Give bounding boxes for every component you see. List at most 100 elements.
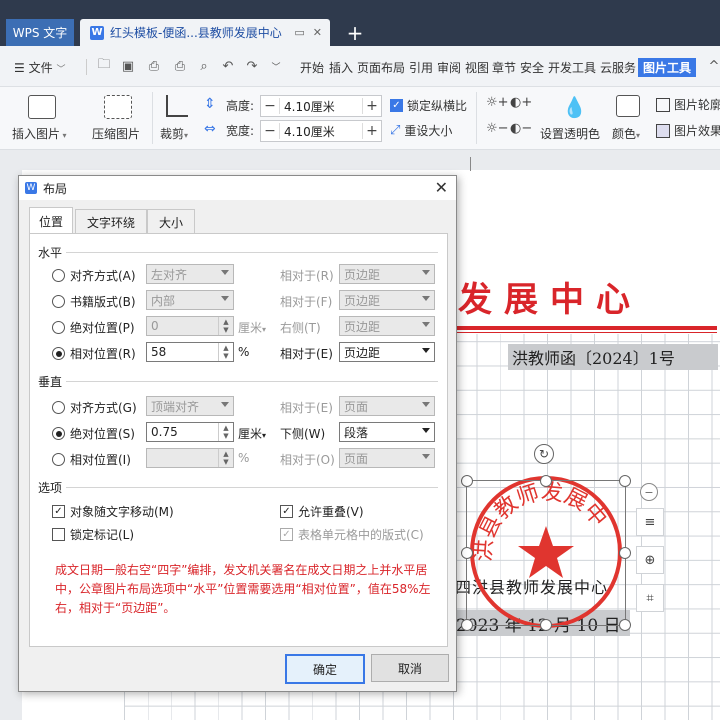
table-layout-checkbox[interactable]: ✓ (280, 528, 293, 541)
height-stepper[interactable]: − 4.10厘米 + (260, 95, 382, 117)
color-button[interactable]: 颜色▾ (610, 91, 650, 145)
resize-handle[interactable] (540, 619, 552, 631)
close-icon[interactable]: ✕ (435, 178, 448, 197)
open-folder-icon[interactable]: 🗀 (96, 57, 112, 74)
window-icon[interactable]: ▭ (294, 26, 304, 39)
radio-h-absolute[interactable] (52, 321, 65, 334)
zoom-icon[interactable]: ⊕ (636, 546, 664, 574)
menu-developer[interactable]: 开发工具 (548, 59, 596, 76)
h-relative-relative-select[interactable]: 页边距 (339, 342, 435, 362)
print-preview-icon[interactable]: ⌕ (196, 58, 212, 74)
undo-icon[interactable]: ↶ (220, 58, 236, 74)
radio-v-align[interactable] (52, 401, 65, 414)
v-absolute-relative-select[interactable]: 段落 (339, 422, 435, 442)
picture-effects-button[interactable]: 图片效果 (656, 122, 720, 139)
collapse-chevron-icon[interactable]: ^ (706, 58, 720, 74)
h-align-select[interactable]: 左对齐 (146, 264, 234, 284)
menu-chapter[interactable]: 章节 (492, 59, 516, 76)
radio-v-relative[interactable] (52, 453, 65, 466)
app-tab[interactable]: WPS 文字 (6, 19, 74, 46)
resize-handle[interactable] (619, 547, 631, 559)
reset-size-button[interactable]: ⤢ 重设大小 (390, 122, 452, 139)
menu-cloud[interactable]: 云服务 (600, 59, 636, 76)
spinner-arrows-icon[interactable]: ▲ ▼ (218, 343, 233, 361)
v-absolute-label: 绝对位置(S) (70, 427, 135, 441)
resize-handle[interactable] (619, 475, 631, 487)
move-with-text-checkbox[interactable]: ✓ (52, 505, 65, 518)
allow-overlap-checkbox[interactable]: ✓ (280, 505, 293, 518)
insert-picture-button[interactable]: 插入图片 ▾ (12, 91, 72, 145)
rotate-handle-icon[interactable]: ↻ (534, 444, 554, 464)
radio-h-book[interactable] (52, 295, 65, 308)
resize-handle[interactable] (461, 547, 473, 559)
picture-outline-button[interactable]: 图片轮廓 (656, 96, 720, 113)
width-input[interactable]: 4.10厘米 (280, 123, 362, 140)
v-relative-relative-select[interactable]: 页面 (339, 448, 435, 468)
height-increase-button[interactable]: + (362, 98, 381, 114)
contrast-down-icon[interactable]: ◐− (510, 121, 532, 136)
layout-options-icon[interactable]: ≡ (636, 508, 664, 536)
v-align-relative-select[interactable]: 页面 (339, 396, 435, 416)
brightness-down-icon[interactable]: ☼− (486, 121, 509, 136)
menu-page-layout[interactable]: 页面布局 (357, 59, 405, 76)
brightness-up-icon[interactable]: ☼+ (486, 95, 509, 110)
crop-button[interactable]: 裁剪▾ (158, 91, 198, 145)
v-relative-input[interactable]: ▲ ▼ (146, 448, 234, 468)
tab-position[interactable]: 位置 (29, 207, 73, 235)
menu-home[interactable]: 开始 (300, 59, 324, 76)
document-tab[interactable]: W 红头模板-便函...县教师发展中心 ▭ ✕ (80, 19, 330, 46)
export-pdf-icon[interactable]: ⎙ (146, 58, 162, 74)
cancel-button[interactable]: 取消 (371, 654, 449, 682)
contrast-up-icon[interactable]: ◐+ (510, 95, 532, 110)
spinner-arrows-icon[interactable]: ▲ ▼ (218, 317, 233, 335)
spinner-arrows-icon[interactable]: ▲ ▼ (218, 449, 233, 467)
lock-anchor-checkbox[interactable] (52, 528, 65, 541)
radio-h-relative[interactable] (52, 347, 65, 360)
h-absolute-unit[interactable]: 厘米▾ (238, 319, 266, 336)
collapse-panel-icon[interactable]: − (640, 483, 658, 501)
height-decrease-button[interactable]: − (261, 98, 280, 114)
lock-ratio-checkbox[interactable]: ✓ 锁定纵横比 (390, 97, 467, 114)
compress-picture-button[interactable]: 压缩图片 (90, 91, 142, 145)
width-increase-button[interactable]: + (362, 123, 381, 139)
radio-v-absolute[interactable] (52, 427, 65, 440)
width-stepper[interactable]: − 4.10厘米 + (260, 120, 382, 142)
set-transparent-button[interactable]: 💧 设置透明色 (540, 91, 606, 145)
document-number[interactable]: 洪教师函〔2024〕1号 (508, 344, 718, 370)
save-icon[interactable]: ▣ (120, 58, 136, 74)
resize-handle[interactable] (540, 475, 552, 487)
v-align-select[interactable]: 顶端对齐 (146, 396, 234, 416)
menu-references[interactable]: 引用 (409, 59, 433, 76)
height-input[interactable]: 4.10厘米 (280, 98, 362, 115)
h-book-select[interactable]: 内部 (146, 290, 234, 310)
width-decrease-button[interactable]: − (261, 123, 280, 139)
close-tab-icon[interactable]: ✕ (313, 26, 322, 39)
resize-handle[interactable] (461, 475, 473, 487)
h-book-relative-select[interactable]: 页边距 (339, 290, 435, 310)
h-align-relative-select[interactable]: 页边距 (339, 264, 435, 284)
tab-text-wrapping[interactable]: 文字环绕 (75, 209, 147, 234)
tab-size[interactable]: 大小 (147, 209, 195, 234)
menu-picture-tools[interactable]: 图片工具 (638, 58, 697, 77)
h-absolute-relative-select[interactable]: 页边距 (339, 316, 435, 336)
radio-h-align[interactable] (52, 269, 65, 282)
spinner-arrows-icon[interactable]: ▲ ▼ (218, 423, 233, 441)
h-relative-input[interactable]: 58 ▲ ▼ (146, 342, 234, 362)
v-absolute-unit[interactable]: 厘米▾ (238, 425, 266, 442)
file-menu[interactable]: ☰ 文件 ﹀ (14, 59, 65, 76)
resize-handle[interactable] (619, 619, 631, 631)
menu-review[interactable]: 审阅 (437, 59, 461, 76)
resize-handle[interactable] (461, 619, 473, 631)
redo-icon[interactable]: ↷ (244, 58, 260, 74)
menu-view[interactable]: 视图 (465, 59, 489, 76)
new-tab-button[interactable]: + (344, 19, 366, 46)
print-icon[interactable]: ⎙ (172, 58, 188, 74)
ok-button[interactable]: 确定 (285, 654, 365, 684)
crop-side-icon[interactable]: ⌗ (636, 584, 664, 612)
h-absolute-input[interactable]: 0 ▲ ▼ (146, 316, 234, 336)
more-chevron-icon[interactable]: ﹀ (268, 58, 284, 74)
menu-insert[interactable]: 插入 (329, 59, 353, 76)
menu-security[interactable]: 安全 (520, 59, 544, 76)
red-header-title[interactable]: 发展中心 (458, 272, 642, 321)
v-absolute-input[interactable]: 0.75 ▲ ▼ (146, 422, 234, 442)
